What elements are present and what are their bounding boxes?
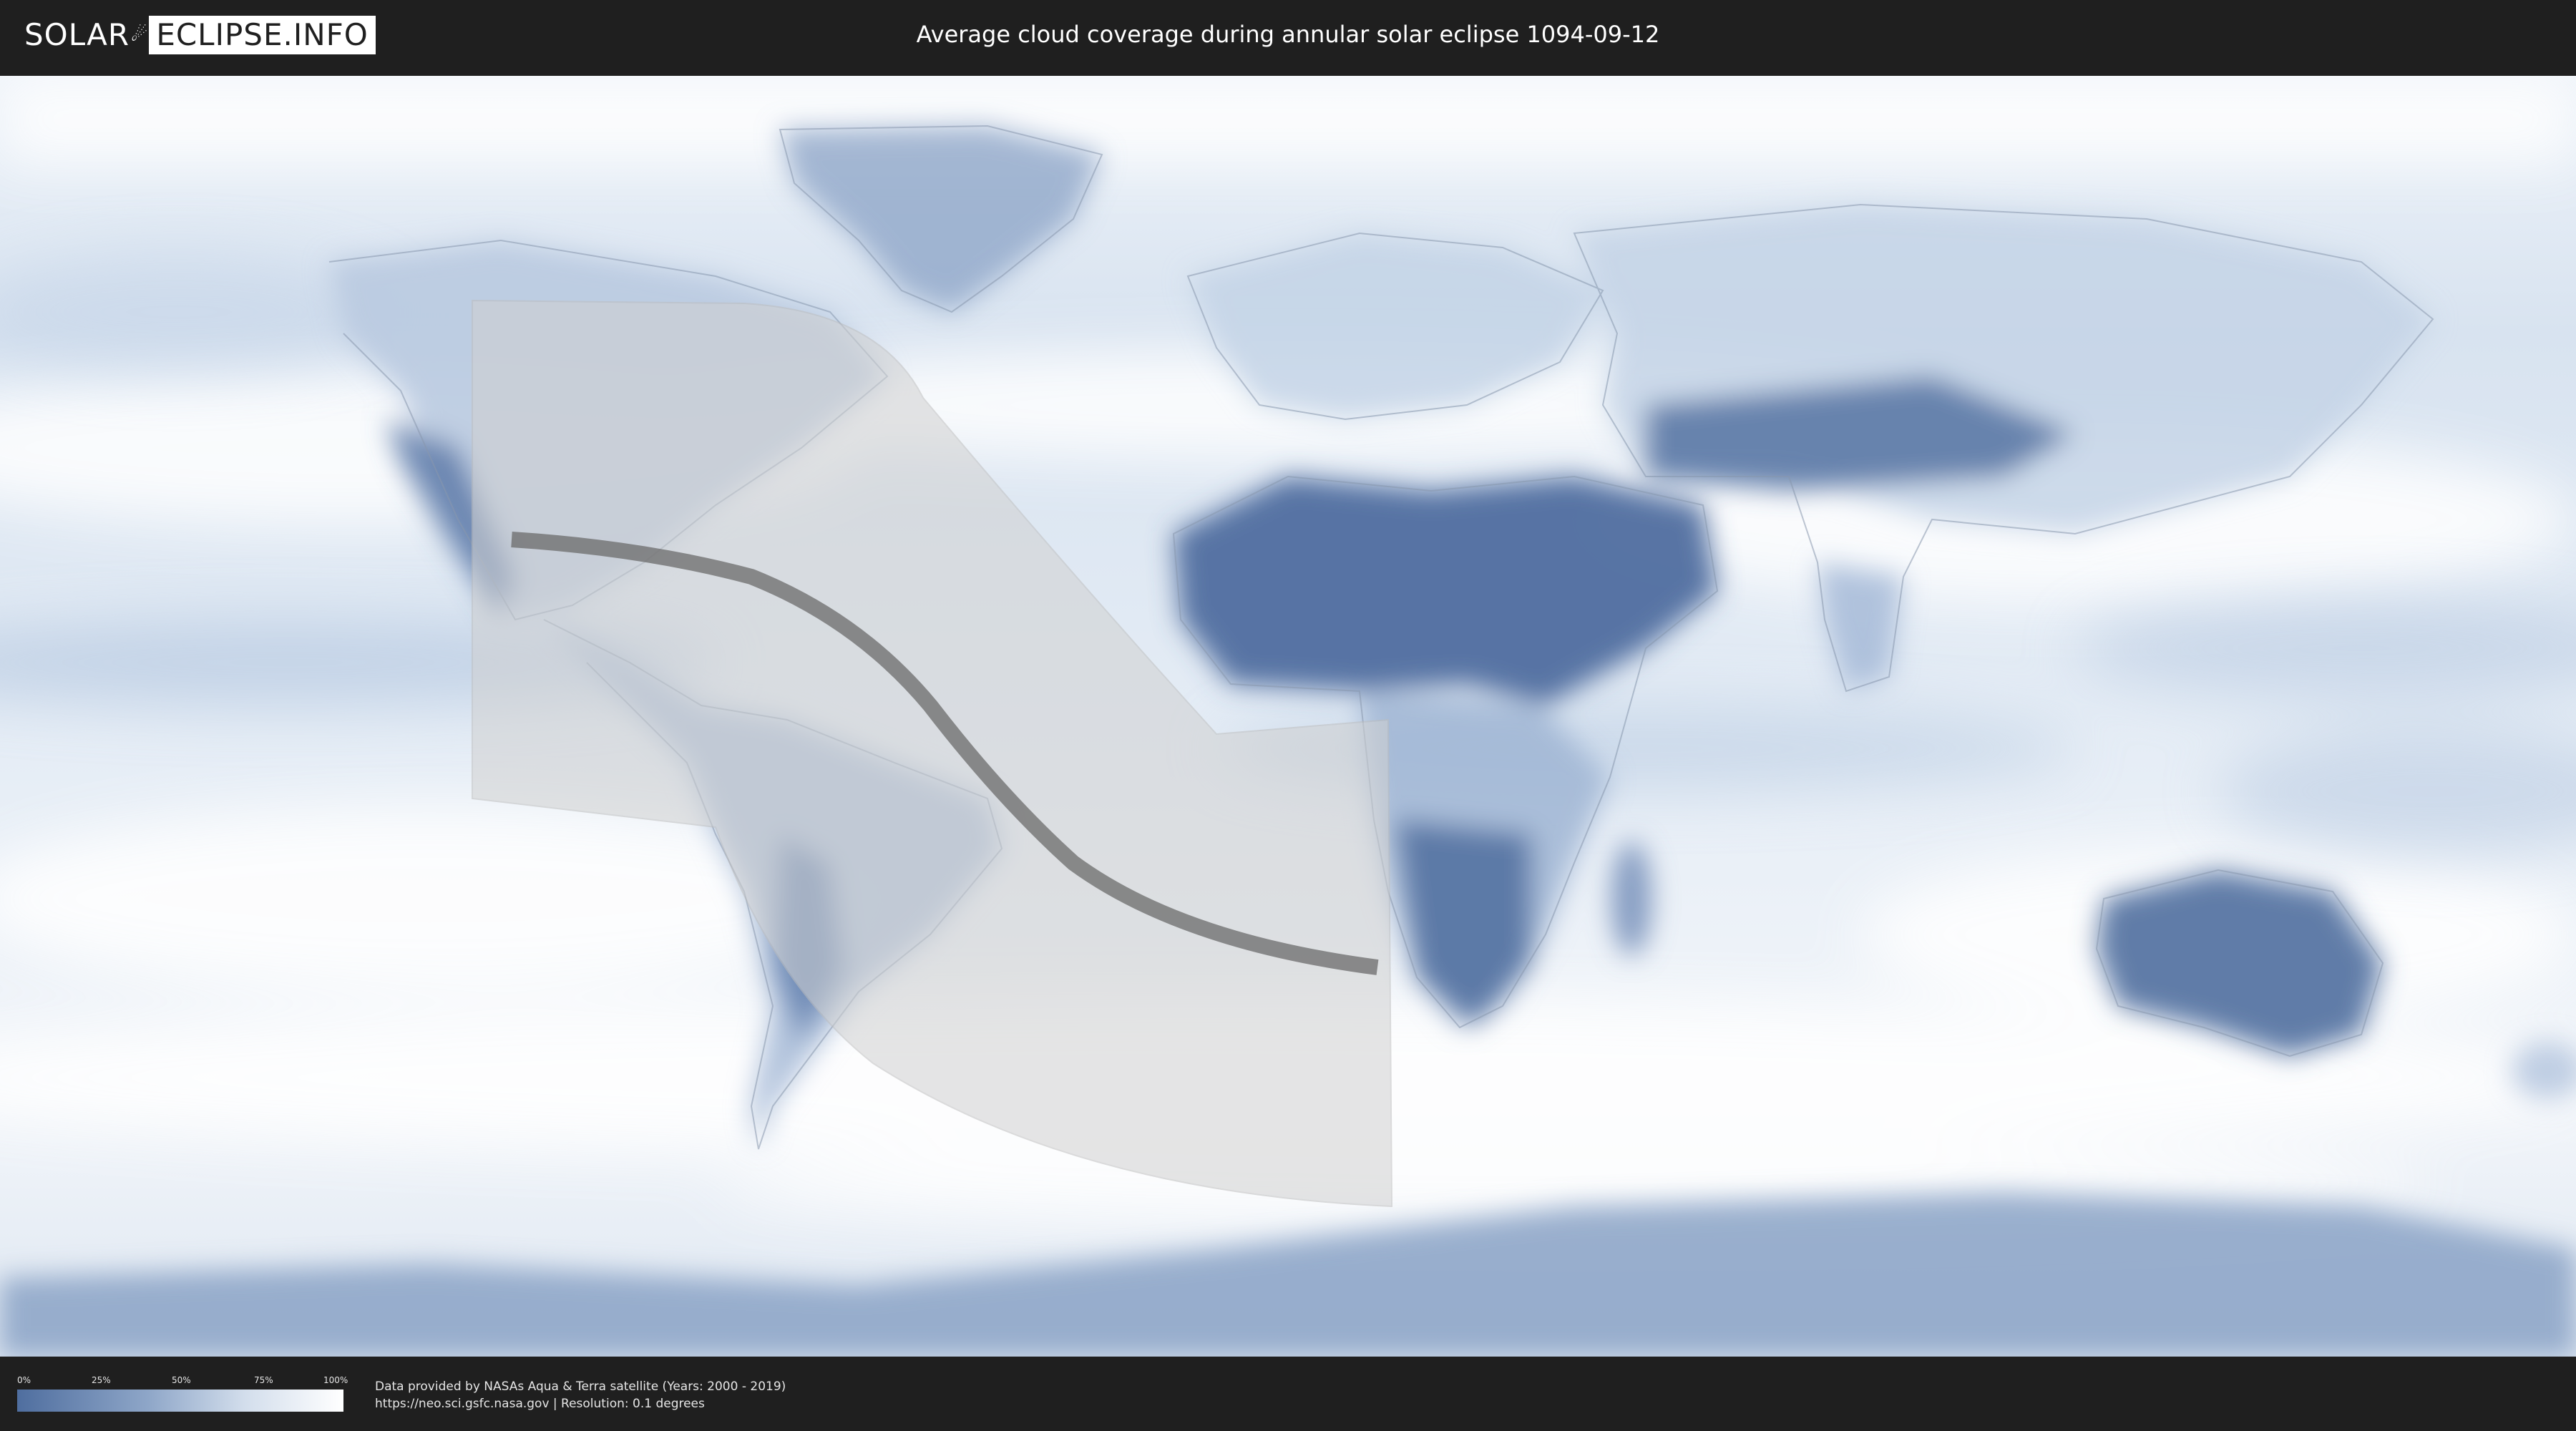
header-bar: SOLAR ☄ ECLIPSE.INFO Average cloud cover… bbox=[0, 0, 2576, 72]
map-canvas bbox=[0, 76, 2576, 1357]
legend-tick-25: 25% bbox=[92, 1375, 111, 1385]
legend-tick-0: 0% bbox=[17, 1375, 31, 1385]
legend-tick-50: 50% bbox=[172, 1375, 191, 1385]
legend-ticks: 0% 25% 50% 75% 100% bbox=[17, 1375, 348, 1387]
madagascar bbox=[1611, 841, 1652, 956]
legend-tick-75: 75% bbox=[254, 1375, 273, 1385]
page-title: Average cloud coverage during annular so… bbox=[916, 21, 1660, 48]
data-credits: Data provided by NASAs Aqua & Terra sate… bbox=[375, 1378, 786, 1412]
credits-url[interactable]: https://neo.sci.gsfc.nasa.gov | Resoluti… bbox=[375, 1395, 786, 1412]
legend-tick-100: 100% bbox=[323, 1375, 348, 1385]
footer-bar: 0% 25% 50% 75% 100% Data provided by NAS… bbox=[0, 1358, 2576, 1431]
cloud-coverage-legend: 0% 25% 50% 75% 100% bbox=[17, 1375, 348, 1412]
legend-color-bar bbox=[17, 1390, 343, 1412]
cloud-coverage-map[interactable] bbox=[0, 76, 2576, 1357]
credits-source: Data provided by NASAs Aqua & Terra sate… bbox=[375, 1379, 786, 1394]
